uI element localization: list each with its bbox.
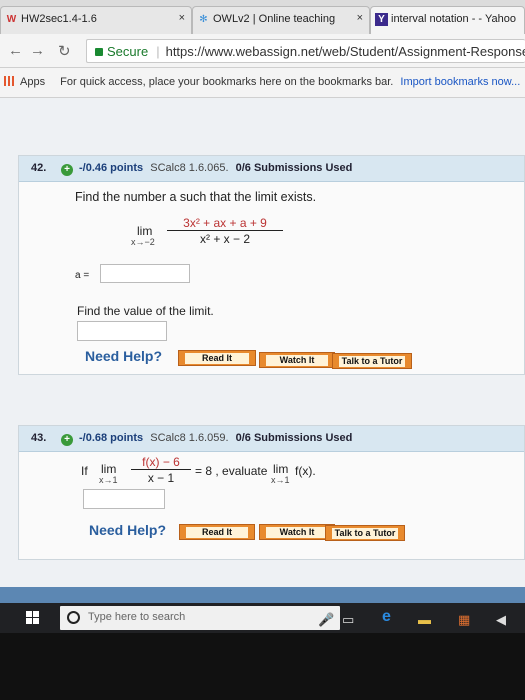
app-icon[interactable]: ◀	[496, 612, 506, 628]
taskbar-search-box[interactable]: Type here to search	[60, 606, 340, 630]
fraction-denominator: x − 1	[147, 471, 175, 485]
fx-label: f(x).	[295, 464, 316, 478]
points-label: -/0.46 points	[79, 162, 144, 174]
need-help-label: Need Help?	[89, 522, 167, 538]
talk-to-tutor-button[interactable]: Talk to a Tutor	[332, 353, 412, 369]
limit-subscript: x→−2	[131, 237, 155, 247]
url-divider: |	[156, 44, 160, 59]
question-number: 42.	[31, 162, 47, 174]
webassign-favicon-icon: W	[6, 14, 17, 25]
windows-taskbar: Type here to search 🎤 ▭ e ▬ ▦ ◀	[0, 603, 525, 633]
search-placeholder: Type here to search	[88, 611, 186, 623]
bookmarks-bar: Apps For quick access, place your bookma…	[0, 68, 525, 98]
tab-hw2sec[interactable]: W HW2sec1.4-1.6 ×	[0, 6, 192, 34]
apps-grid-icon	[4, 76, 14, 86]
page-content: 42. + -/0.46 points SCalc8 1.6.065. 0/6 Su…	[0, 98, 525, 603]
monitor-bezel	[0, 633, 525, 700]
reload-icon[interactable]: ↻	[58, 42, 71, 60]
a-label: a =	[75, 270, 90, 281]
expand-plus-icon[interactable]: +	[61, 434, 73, 446]
question-number: 43.	[31, 432, 47, 444]
submissions-label: 0/6 Submissions Used	[235, 162, 353, 174]
page-footer-bar	[0, 587, 525, 603]
tab-owlv2[interactable]: ✻ OWLv2 | Online teaching ×	[192, 6, 370, 34]
answer-input[interactable]	[83, 489, 165, 509]
limit-operator: lim	[137, 224, 153, 238]
question-body: Find the number a such that the limit ex…	[19, 182, 524, 374]
tab-title: HW2sec1.4-1.6	[21, 13, 97, 25]
fraction-numerator: f(x) − 6	[131, 455, 191, 470]
loading-icon: ✻	[199, 14, 208, 25]
fraction-denominator: x² + x − 2	[199, 232, 251, 246]
windows-start-icon[interactable]	[26, 611, 40, 625]
close-icon[interactable]: ×	[357, 12, 363, 24]
talk-to-tutor-button[interactable]: Talk to a Tutor	[325, 525, 405, 541]
read-it-button[interactable]: Read It	[179, 524, 255, 540]
watch-it-button[interactable]: Watch It	[259, 524, 335, 540]
import-bookmarks-link[interactable]: Import bookmarks now...	[400, 76, 520, 88]
question-header: 43. + -/0.68 points SCalc8 1.6.059. 0/6 Su…	[19, 426, 524, 452]
a-answer-input[interactable]	[100, 264, 190, 283]
fraction-numerator: 3x² + ax + a + 9	[167, 216, 283, 231]
limit-subscript-2: x→1	[271, 475, 290, 485]
limit-answer-input[interactable]	[77, 321, 167, 341]
close-icon[interactable]: ×	[179, 12, 185, 24]
question-prompt-2: Find the value of the limit.	[77, 304, 214, 318]
read-it-button[interactable]: Read It	[178, 350, 256, 366]
apps-link[interactable]: Apps	[20, 76, 45, 88]
source-label: SCalc8 1.6.065.	[150, 162, 229, 174]
edge-browser-icon[interactable]: e	[382, 608, 391, 626]
expand-plus-icon[interactable]: +	[61, 164, 73, 176]
limit-subscript: x→1	[99, 475, 118, 485]
tab-title: OWLv2 | Online teaching	[213, 13, 336, 25]
url-field[interactable]: Secure | https://www.webassign.net/web/Stu…	[86, 39, 525, 63]
equals-evaluate: = 8 , evaluate	[195, 464, 268, 478]
points-label: -/0.68 points	[79, 432, 144, 444]
secure-label: Secure	[107, 44, 149, 59]
forward-arrow-icon[interactable]: →	[30, 42, 45, 59]
tab-yahoo[interactable]: Y interval notation - - Yahoo	[370, 6, 525, 34]
yahoo-favicon-icon: Y	[375, 13, 388, 26]
need-help-label: Need Help?	[85, 348, 163, 364]
submissions-label: 0/6 Submissions Used	[235, 432, 353, 444]
file-explorer-icon[interactable]: ▬	[418, 612, 431, 627]
lock-icon	[95, 48, 103, 56]
tab-title: interval notation - - Yahoo	[391, 13, 516, 25]
limit-operator: lim	[101, 462, 117, 476]
source-label: SCalc8 1.6.059.	[150, 432, 229, 444]
microphone-icon[interactable]: 🎤	[318, 612, 334, 628]
question-43-card: 43. + -/0.68 points SCalc8 1.6.059. 0/6 Su…	[18, 425, 525, 560]
limit-fraction: 3x² + ax + a + 9 x² + x − 2	[167, 216, 283, 246]
cortana-ring-icon	[67, 611, 80, 624]
question-prompt: Find the number a such that the limit ex…	[75, 190, 317, 204]
if-label: If	[81, 464, 88, 478]
task-view-icon[interactable]: ▭	[342, 612, 354, 628]
limit-operator-2: lim	[273, 462, 289, 476]
limit-fraction: f(x) − 6 x − 1	[131, 455, 191, 485]
question-42-card: 42. + -/0.46 points SCalc8 1.6.065. 0/6 Su…	[18, 155, 525, 375]
question-header: 42. + -/0.46 points SCalc8 1.6.065. 0/6 Su…	[19, 156, 524, 182]
browser-tab-bar: W HW2sec1.4-1.6 × ✻ OWLv2 | Online teach…	[0, 0, 525, 34]
store-icon[interactable]: ▦	[458, 612, 470, 628]
address-bar: ← → ↻ Secure | https://www.webassign.net/w…	[0, 34, 525, 68]
question-body: If lim x→1 f(x) − 6 x − 1 = 8 , evaluate…	[19, 452, 524, 559]
watch-it-button[interactable]: Watch It	[259, 352, 335, 368]
bookmarks-hint: For quick access, place your bookmarks h…	[60, 76, 394, 88]
url-text: https://www.webassign.net/web/Student/As…	[165, 44, 525, 59]
back-arrow-icon[interactable]: ←	[8, 42, 23, 59]
